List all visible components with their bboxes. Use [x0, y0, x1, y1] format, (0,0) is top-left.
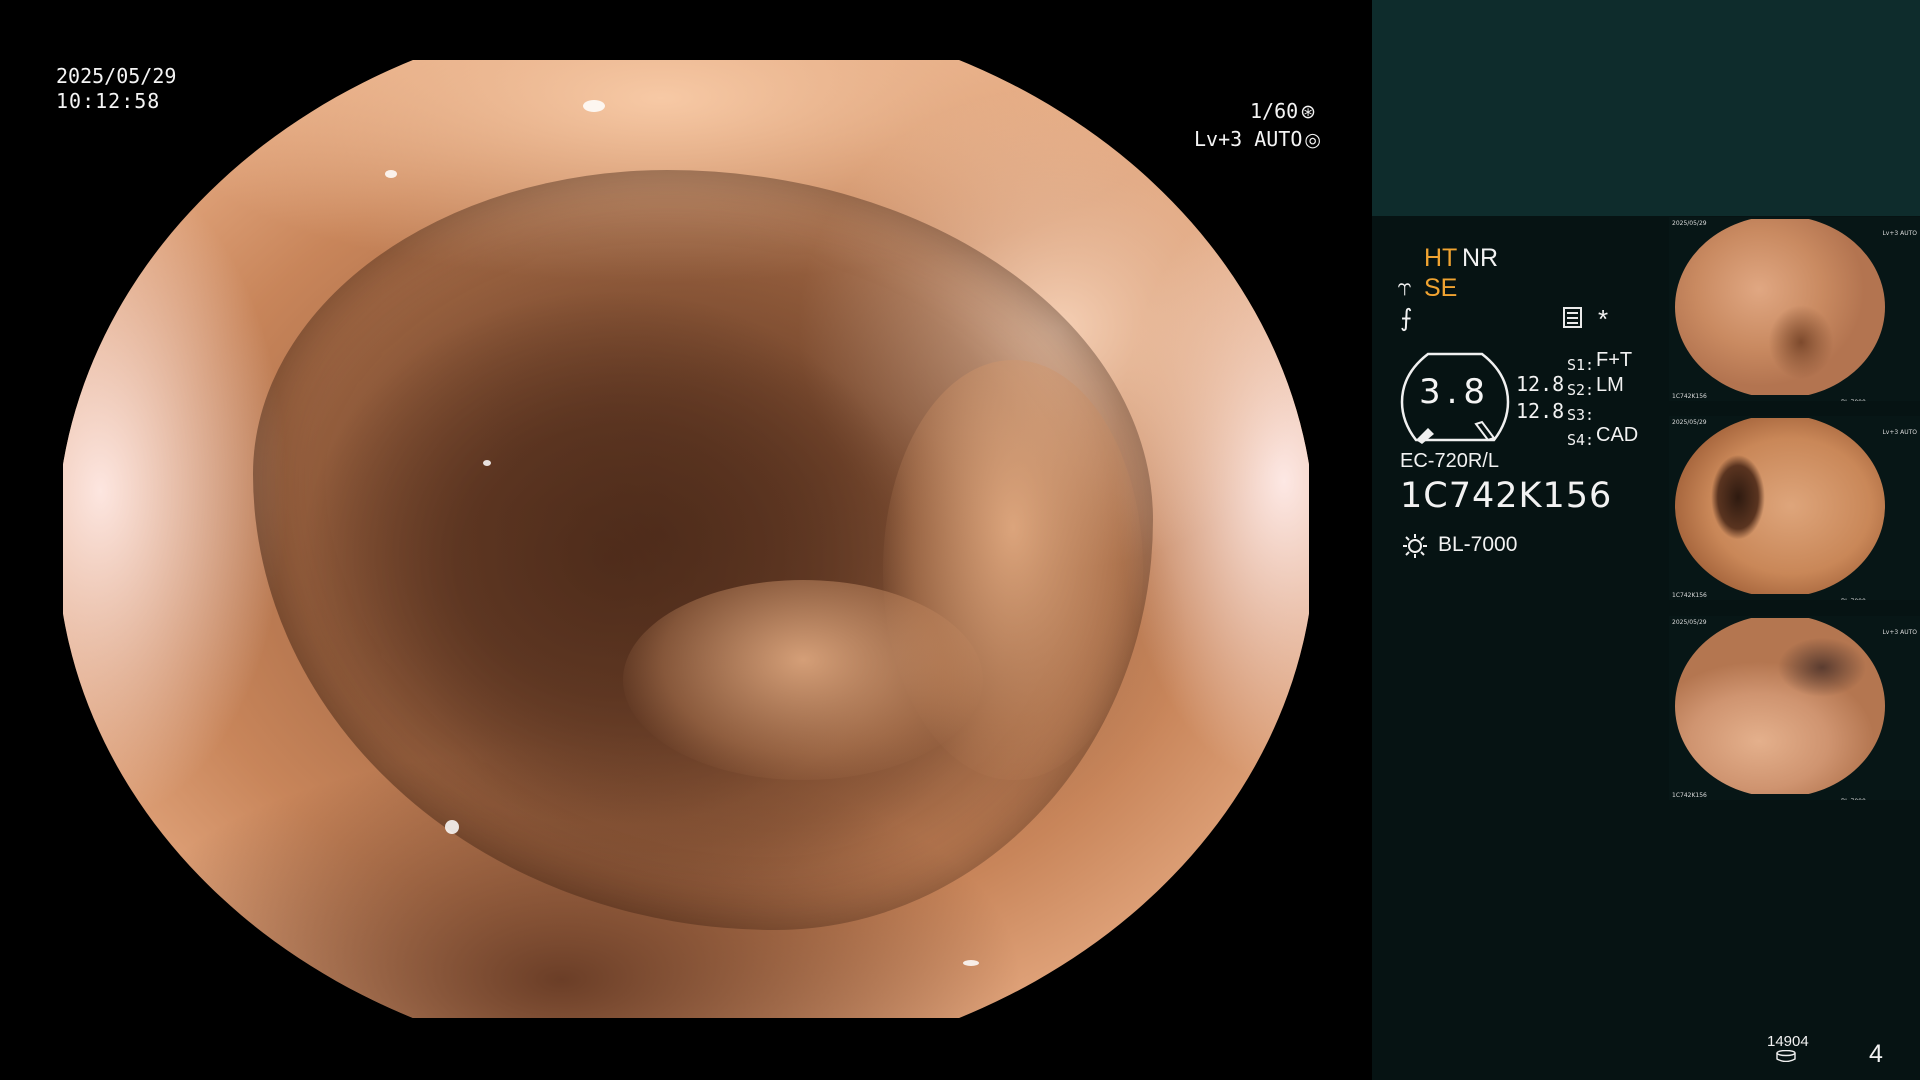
thumbnail-serial: 1C742K156	[1672, 792, 1707, 799]
endoscopy-monitor-screen: 2025/05/29 10:12:58 1/60 ⊛ Lv+3 AUTO ◎ HT …	[0, 0, 1920, 1080]
memo-icon	[1563, 307, 1582, 328]
light-reflection	[385, 170, 397, 178]
shutter-speed: 1/60 ⊛	[1250, 99, 1316, 123]
thumbnail-iris: Lv+3 AUTO	[1882, 429, 1917, 436]
thumbnail-lamp: BL-7000	[1841, 598, 1866, 600]
noise-reduction-indicator: NR	[1462, 244, 1499, 272]
light-reflection	[583, 100, 605, 112]
shutter-value: 1/60	[1250, 99, 1299, 123]
switch-4-value: CAD	[1596, 424, 1639, 446]
patient-info-panel	[1372, 0, 1920, 216]
switch-2-key: S2:	[1567, 381, 1595, 399]
thumbnail-date: 2025/05/29	[1672, 220, 1707, 227]
star-marker: *	[1598, 304, 1609, 334]
exam-date: 2025/05/29	[56, 64, 177, 88]
iris-value: Lv+3 AUTO	[1194, 127, 1303, 151]
light-source-model: BL-7000	[1438, 533, 1518, 556]
switch-1-value: F+T	[1596, 349, 1633, 371]
iris-icon: ◎	[1304, 129, 1321, 151]
captured-image-thumbnail-2[interactable]: 2025/05/29 Lv+3 AUTO 1C742K156 BL-7000	[1669, 416, 1920, 600]
thumbnail-lamp: BL-7000	[1841, 798, 1866, 800]
light-reflection	[963, 960, 979, 966]
zoom-ratio-1: 12.8	[1516, 372, 1565, 396]
thumbnail-image	[1675, 618, 1885, 794]
captured-image-thumbnail-3[interactable]: 2025/05/29 Lv+3 AUTO 1C742K156 BL-7000	[1669, 616, 1920, 800]
thumbnail-serial: 1C742K156	[1672, 592, 1707, 599]
thumbnail-serial: 1C742K156	[1672, 393, 1707, 400]
switch-3-key: S3:	[1567, 406, 1595, 424]
structure-enhance-indicator: SE	[1424, 274, 1458, 302]
exam-time: 10:12:58	[56, 89, 161, 113]
thumbnail-lamp: BL-7000	[1841, 399, 1866, 401]
light-source-icon	[1403, 534, 1427, 558]
iris-mode: Lv+3 AUTO ◎	[1194, 127, 1321, 151]
light-reflection	[445, 820, 459, 834]
captured-image-thumbnail-1[interactable]: 2025/05/29 Lv+3 AUTO 1C742K156 BL-7000	[1669, 217, 1920, 401]
hue-tone-indicator: HT	[1424, 244, 1458, 272]
mucosal-fold	[623, 580, 983, 780]
live-endoscope-image	[63, 60, 1309, 1018]
main-endoscope-view: 2025/05/29 10:12:58 1/60 ⊛ Lv+3 AUTO ◎	[0, 0, 1372, 1080]
thumbnail-image	[1675, 219, 1885, 395]
zoom-ratio-2: 12.8	[1516, 399, 1565, 423]
thumbnail-date: 2025/05/29	[1672, 619, 1707, 626]
switch-2-value: LM	[1596, 374, 1624, 396]
thumbnail-date: 2025/05/29	[1672, 419, 1707, 426]
zoom-level-value: 3.8	[1418, 372, 1492, 412]
light-reflection	[483, 460, 491, 466]
storage-icon	[1776, 1050, 1796, 1062]
thumbnail-iris: Lv+3 AUTO	[1882, 629, 1917, 636]
scope-model: EC-720R/L	[1400, 450, 1499, 472]
record-count: 14904	[1767, 1033, 1809, 1050]
switch-1-key: S1:	[1567, 356, 1595, 374]
freeze-icon: ⨍	[1400, 305, 1413, 332]
scope-serial: 1C742K156	[1400, 476, 1613, 516]
structure-enhance-icon: ⥾	[1398, 274, 1412, 301]
switch-4-key: S4:	[1567, 431, 1595, 449]
thumbnail-image	[1675, 418, 1885, 594]
aperture-icon: ⊛	[1300, 101, 1317, 123]
page-number: 4	[1869, 1040, 1883, 1068]
thumbnail-iris: Lv+3 AUTO	[1882, 230, 1917, 237]
